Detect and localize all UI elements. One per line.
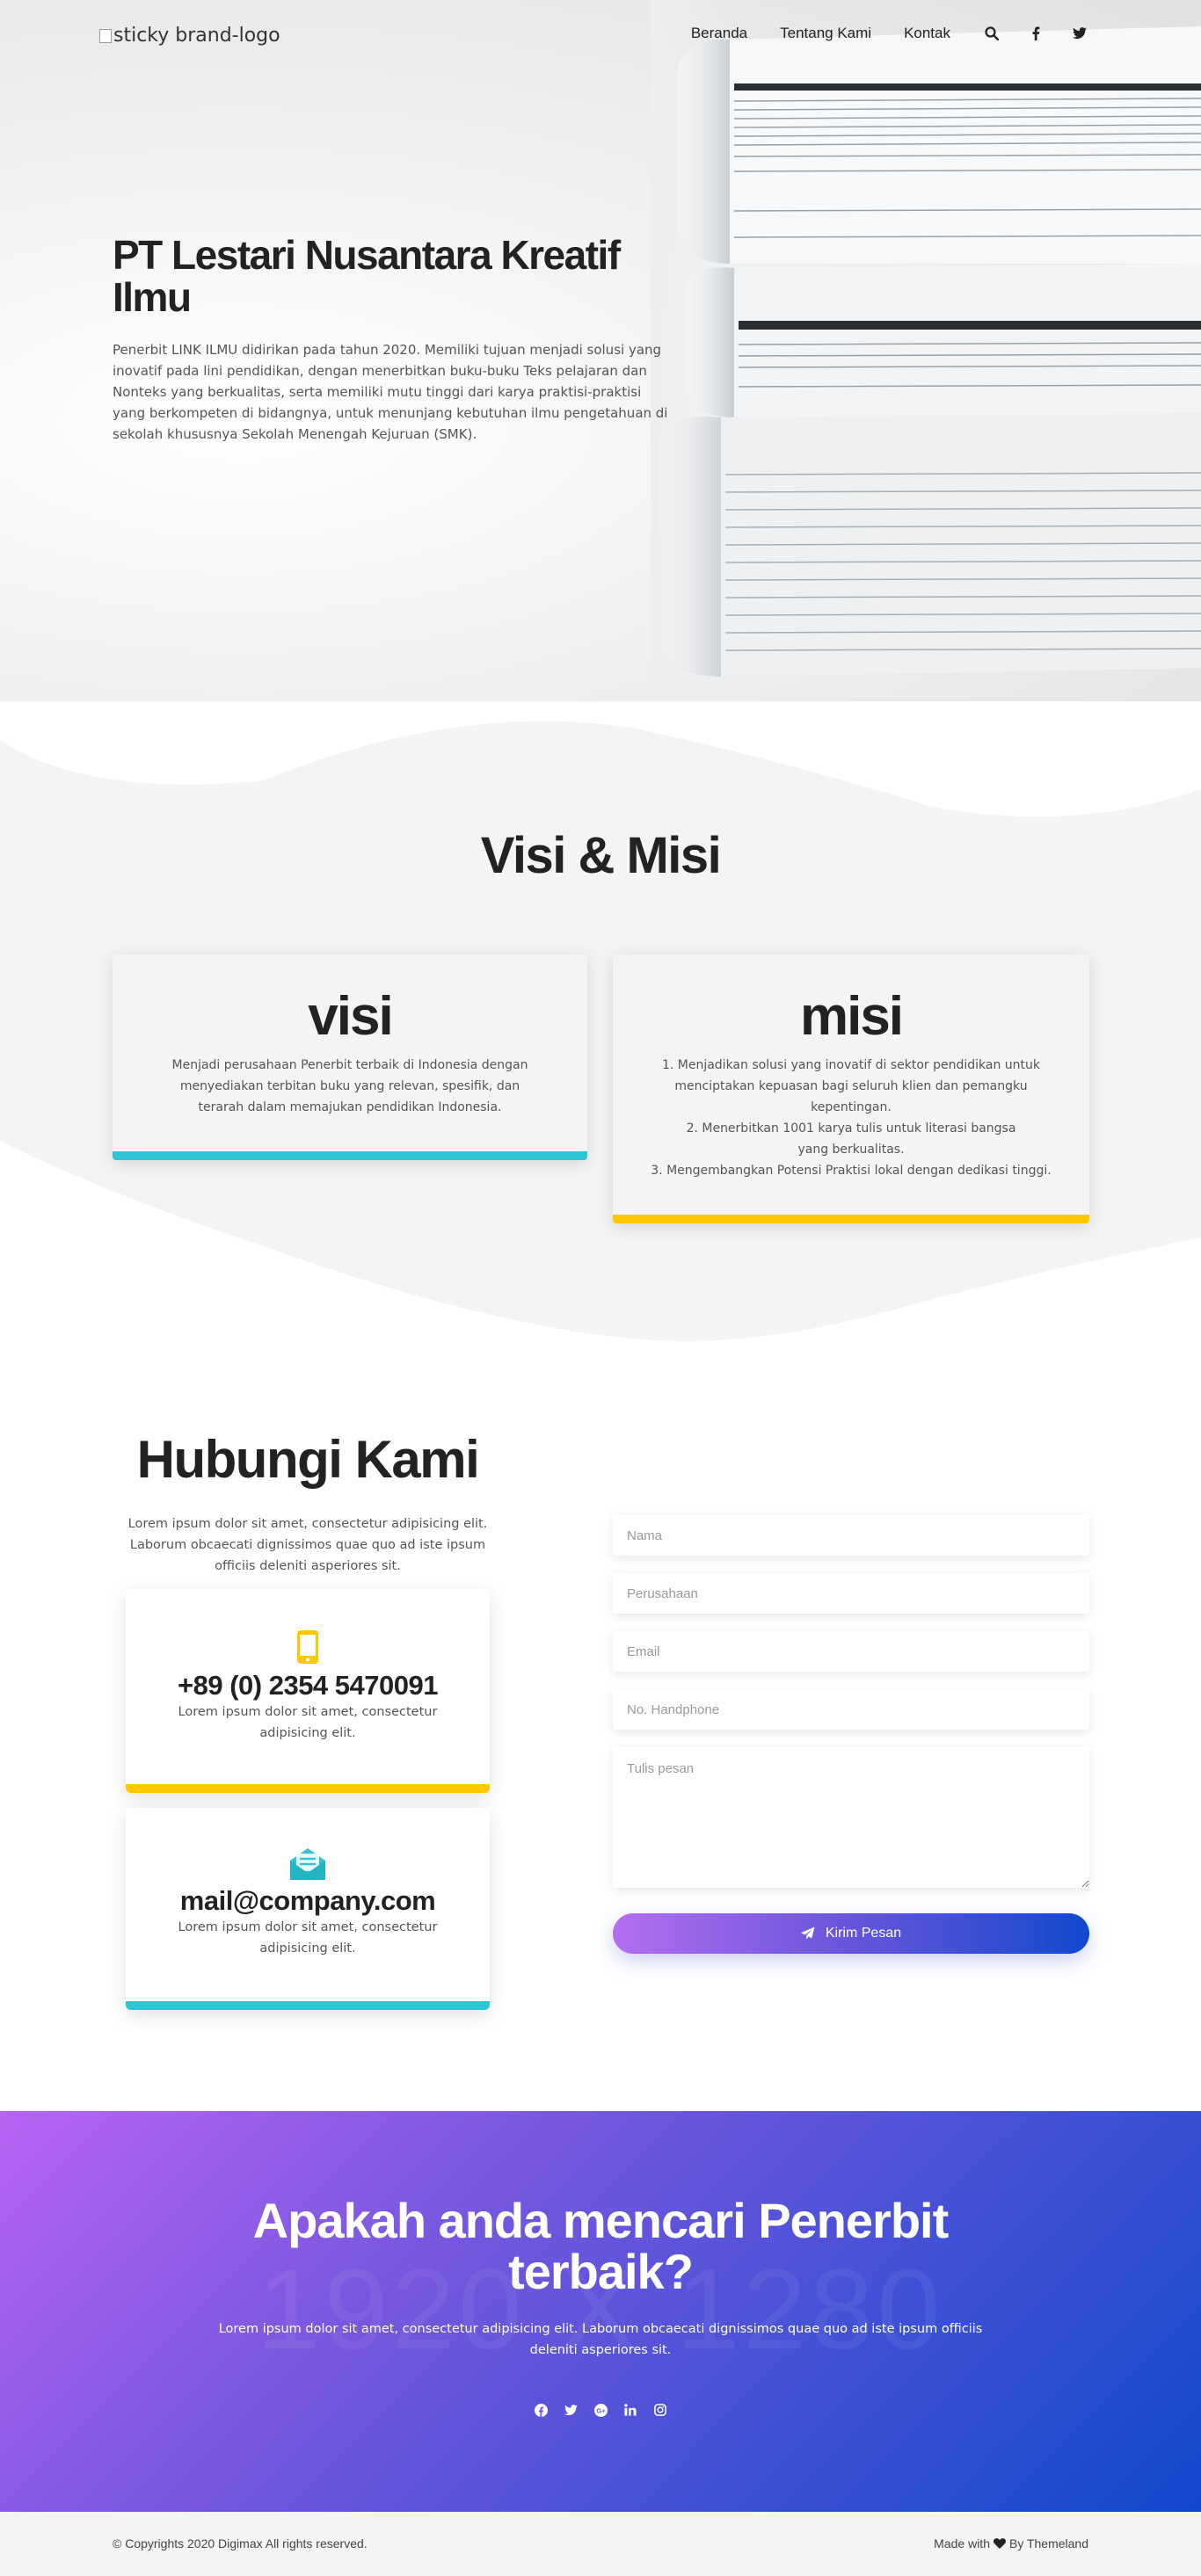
email-field[interactable] bbox=[613, 1631, 1089, 1672]
footer-credit: Made with By Themeland bbox=[934, 2536, 1088, 2551]
misi-heading: misi bbox=[799, 986, 904, 1047]
phone-card-accent-bar bbox=[126, 1784, 490, 1793]
email-card: mail@company.com Lorem ipsum dolor sit a… bbox=[126, 1808, 490, 2010]
phone-card: +89 (0) 2354 5470091 Lorem ipsum dolor s… bbox=[126, 1589, 490, 1793]
footer: © Copyrights 2020 Digimax All rights res… bbox=[0, 2512, 1201, 2576]
made-with-text: Made with bbox=[934, 2536, 990, 2551]
visi-misi-title: Visi & Misi bbox=[480, 827, 722, 884]
message-field[interactable] bbox=[613, 1747, 1089, 1888]
twitter-icon[interactable] bbox=[564, 2403, 578, 2417]
brand-logo[interactable]: sticky brand-logo bbox=[99, 25, 280, 47]
hero-section: sticky brand-logo Beranda Tentang Kami K… bbox=[0, 0, 1201, 701]
email-address: mail@company.com bbox=[179, 1885, 436, 1916]
visi-heading: visi bbox=[308, 986, 393, 1047]
hero-description: Penerbit LINK ILMU didirikan pada tahun … bbox=[113, 342, 668, 442]
paper-plane-icon bbox=[800, 1927, 815, 1940]
nav-menu: Beranda Tentang Kami Kontak bbox=[691, 25, 1201, 42]
email-card-text: Lorem ipsum dolor sit amet, consectetur … bbox=[178, 1920, 438, 1956]
phone-field[interactable] bbox=[613, 1689, 1089, 1730]
nav-item-beranda[interactable]: Beranda bbox=[691, 25, 747, 42]
hero-title: PT Lestari Nusantara Kreatif Ilmu bbox=[113, 232, 621, 320]
heart-icon bbox=[993, 2538, 1006, 2549]
cta-title: Apakah anda mencari Penerbit terbaik? bbox=[252, 2193, 950, 2299]
misi-accent-bar bbox=[613, 1215, 1089, 1223]
facebook-icon[interactable] bbox=[534, 2403, 548, 2417]
company-field[interactable] bbox=[613, 1573, 1089, 1614]
nav-item-kontak[interactable]: Kontak bbox=[904, 25, 950, 42]
visi-text: Menjadi perusahaan Penerbit terbaik di I… bbox=[171, 1058, 528, 1114]
phone-icon bbox=[296, 1629, 319, 1665]
by-themeland-link[interactable]: By Themeland bbox=[1009, 2536, 1088, 2551]
cta-description: Lorem ipsum dolor sit amet, consectetur … bbox=[218, 2322, 983, 2357]
misi-card: misi 1. Menjadikan solusi yang inovatif … bbox=[613, 954, 1089, 1223]
copyright-text: © Copyrights 2020 Digimax All rights res… bbox=[113, 2536, 368, 2551]
svg-text:G+: G+ bbox=[596, 2406, 606, 2414]
navbar: sticky brand-logo Beranda Tentang Kami K… bbox=[0, 0, 1201, 70]
visi-accent-bar bbox=[113, 1151, 587, 1160]
cta-section: 1920 X 1280 Apakah anda mencari Penerbit… bbox=[0, 2111, 1201, 2512]
facebook-icon[interactable] bbox=[1027, 25, 1045, 42]
brand-logo-alt-text: sticky brand-logo bbox=[113, 25, 280, 47]
contact-title: Hubungi Kami bbox=[136, 1430, 480, 1489]
misi-item: 1. Menjadikan solusi yang inovatif di se… bbox=[661, 1058, 1041, 1114]
twitter-icon[interactable] bbox=[1071, 25, 1088, 42]
email-card-accent-bar bbox=[126, 2001, 490, 2010]
instagram-icon[interactable] bbox=[653, 2403, 667, 2417]
nav-item-tentang-kami[interactable]: Tentang Kami bbox=[780, 25, 871, 42]
misi-item: 3. Mengembangkan Potensi Praktisi lokal … bbox=[651, 1164, 1052, 1178]
contact-description: Lorem ipsum dolor sit amet, consectetur … bbox=[127, 1517, 488, 1573]
visi-card: visi Menjadi perusahaan Penerbit terbaik… bbox=[113, 954, 587, 1160]
name-field[interactable] bbox=[613, 1515, 1089, 1556]
misi-list: 1. Menjadikan solusi yang inovatif di se… bbox=[649, 1055, 1053, 1181]
linkedin-icon[interactable] bbox=[623, 2403, 637, 2417]
phone-card-text: Lorem ipsum dolor sit amet, consectetur … bbox=[178, 1705, 438, 1740]
search-icon[interactable] bbox=[983, 25, 1001, 42]
send-button-label: Kirim Pesan bbox=[825, 1926, 902, 1941]
books-image bbox=[651, 0, 1201, 701]
misi-item: 2. Menerbitkan 1001 karya tulis untuk li… bbox=[686, 1121, 1016, 1157]
broken-image-icon bbox=[99, 28, 112, 43]
social-links: G+ bbox=[0, 2403, 1201, 2417]
phone-number: +89 (0) 2354 5470091 bbox=[178, 1670, 438, 1701]
send-message-button[interactable]: Kirim Pesan bbox=[613, 1913, 1089, 1954]
mail-open-icon bbox=[288, 1847, 327, 1882]
google-plus-icon[interactable]: G+ bbox=[593, 2403, 608, 2417]
